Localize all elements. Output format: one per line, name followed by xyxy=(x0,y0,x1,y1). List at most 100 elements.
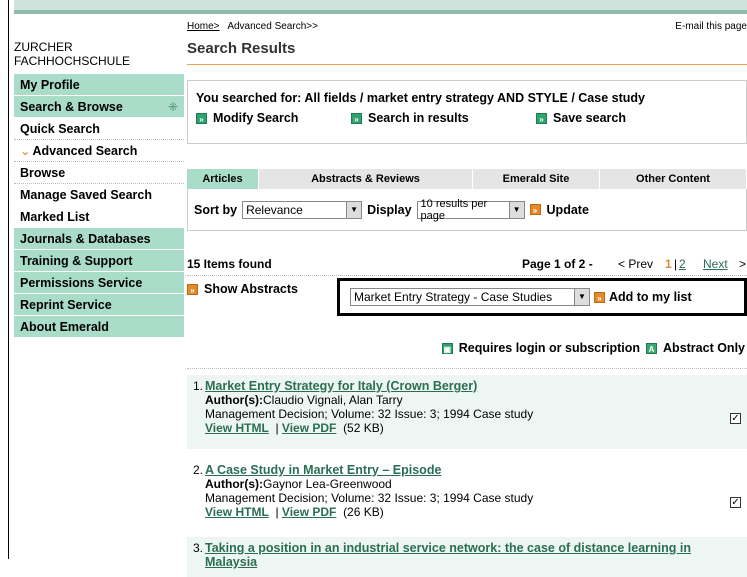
sidebar-item-training-support[interactable]: Training & Support xyxy=(14,250,184,272)
result-number: 3. xyxy=(193,541,204,555)
sidebar-item-journals-databases[interactable]: Journals & Databases xyxy=(14,228,184,250)
sidebar-item-permissions-service[interactable]: Permissions Service xyxy=(14,272,184,294)
display-select[interactable]: 10 results per page ▼ xyxy=(416,198,525,222)
show-abstracts-button[interactable]: » Show Abstracts xyxy=(187,282,298,296)
current-page: 1 xyxy=(665,257,672,271)
sidebar-item-browse[interactable]: Browse xyxy=(14,162,184,184)
institution-line1: ZURCHER xyxy=(14,40,73,54)
abstract-icon: A xyxy=(646,342,658,354)
result-title-link[interactable]: Taking a position in an industrial servi… xyxy=(205,541,741,569)
result-title-link[interactable]: A Case Study in Market Entry – Episode xyxy=(205,463,741,477)
email-page-link[interactable]: E-mail this page xyxy=(675,20,747,34)
page-separator: | xyxy=(674,257,678,271)
expand-icon: ⁜ xyxy=(167,100,178,114)
save-search-button[interactable]: » Save search xyxy=(536,111,626,125)
sidebar-item-manage-saved-search[interactable]: Manage Saved Search xyxy=(14,184,184,206)
add-to-list-label: Add to my list xyxy=(609,290,692,304)
abstract-legend-text: Abstract Only xyxy=(663,341,745,355)
tab-other-content[interactable]: Other Content xyxy=(600,169,747,189)
result-title-link[interactable]: Market Entry Strategy for Italy (Crown B… xyxy=(205,379,741,393)
display-label: Display xyxy=(367,202,412,217)
show-abstracts-label: Show Abstracts xyxy=(204,282,299,296)
institution-name: ZURCHER FACHHOCHSCHULE xyxy=(14,40,184,74)
sidebar-item-label: Permissions Service xyxy=(20,276,143,290)
page-indicator: Page 1 of 2 - xyxy=(522,257,593,271)
prev-link[interactable]: < Prev xyxy=(618,257,653,271)
next-arrow[interactable]: > xyxy=(739,257,746,271)
main-content: Home> Advanced Search>> E-mail this page… xyxy=(187,20,747,577)
result-links: View HTML | View PDF (26 KB) xyxy=(205,505,384,519)
login-legend-text: Requires login or subscription xyxy=(458,341,641,355)
items-found: 15 Items found xyxy=(187,257,272,271)
sidebar-item-label: Advanced Search xyxy=(32,144,138,158)
tab-emerald-site[interactable]: Emerald Site xyxy=(473,169,600,189)
paging-row: 15 Items found Page 1 of 2 - < Prev 1 | … xyxy=(187,257,747,275)
sidebar-item-label: Quick Search xyxy=(20,122,100,136)
modify-search-button[interactable]: » Modify Search xyxy=(196,111,351,125)
result-number: 1. xyxy=(193,379,204,393)
content-tabs: Articles Abstracts & Reviews Emerald Sit… xyxy=(187,169,747,189)
result-source: Management Decision; Volume: 32 Issue: 3… xyxy=(205,407,534,421)
sidebar-item-advanced-search[interactable]: ⌄ Advanced Search xyxy=(14,140,184,162)
sidebar-item-quick-search[interactable]: Quick Search xyxy=(14,118,184,140)
tab-abstracts-reviews[interactable]: Abstracts & Reviews xyxy=(259,169,473,189)
result-number: 2. xyxy=(193,463,204,477)
my-list-select[interactable]: Market Entry Strategy - Case Studies ▼ xyxy=(350,288,590,306)
view-pdf-link[interactable]: View PDF xyxy=(282,505,336,519)
arrow-icon: » xyxy=(536,112,547,124)
sidebar-item-label: Journals & Databases xyxy=(20,232,151,246)
save-search-label: Save search xyxy=(553,111,626,125)
arrow-icon: » xyxy=(196,112,207,124)
arrow-icon: » xyxy=(594,291,605,303)
dropdown-arrow-icon: ▼ xyxy=(508,201,524,218)
banner-stripe xyxy=(14,10,747,14)
sidebar-item-reprint-service[interactable]: Reprint Service xyxy=(14,294,184,316)
access-legend: ▣ Requires login or subscription A Abstr… xyxy=(187,336,747,360)
result-source: Management Decision; Volume: 32 Issue: 3… xyxy=(205,491,534,505)
sidebar-item-my-profile[interactable]: My Profile xyxy=(14,74,184,96)
result-authors: Gaynor Lea-Greenwood xyxy=(262,477,392,491)
search-in-results-button[interactable]: » Search in results xyxy=(351,111,536,125)
top-banner xyxy=(14,0,747,14)
lock-icon: ▣ xyxy=(441,342,453,354)
authors-label: Author(s): xyxy=(205,477,263,491)
sort-bar: Sort by Relevance ▼ Display 10 results pe… xyxy=(187,189,747,231)
file-size: (52 KB) xyxy=(343,421,384,435)
page-2-link[interactable]: 2 xyxy=(679,257,686,271)
search-summary: You searched for: All fields / market en… xyxy=(196,91,645,105)
next-link[interactable]: Next xyxy=(703,257,728,271)
my-list-select-value: Market Entry Strategy - Case Studies xyxy=(354,290,553,304)
update-button[interactable]: Update xyxy=(547,203,589,217)
search-summary-box: You searched for: All fields / market en… xyxy=(187,80,747,144)
page-title: Search Results xyxy=(187,40,747,65)
search-in-results-label: Search in results xyxy=(368,111,469,125)
abstracts-row: » Show Abstracts Market Entry Strategy - … xyxy=(187,276,747,330)
breadcrumb-home-link[interactable]: Home> xyxy=(187,21,220,32)
arrow-icon: » xyxy=(187,283,198,295)
view-html-link[interactable]: View HTML xyxy=(205,421,269,435)
sidebar-item-marked-list[interactable]: Marked List xyxy=(14,206,184,228)
sidebar-item-about-emerald[interactable]: About Emerald xyxy=(14,316,184,338)
arrow-icon: » xyxy=(351,112,362,124)
sort-label: Sort by xyxy=(194,202,238,217)
view-pdf-link[interactable]: View PDF xyxy=(282,421,336,435)
result-checkbox[interactable]: ✓ xyxy=(730,413,741,424)
sort-select-value: Relevance xyxy=(246,202,303,217)
breadcrumb: Home> Advanced Search>> E-mail this page xyxy=(187,20,747,34)
sidebar-item-search-browse[interactable]: Search & Browse ⁜ xyxy=(14,96,184,118)
sort-select[interactable]: Relevance ▼ xyxy=(242,200,363,219)
add-to-list-button[interactable]: » Add to my list xyxy=(594,290,692,304)
tab-articles[interactable]: Articles xyxy=(187,169,259,189)
result-item: 2. A Case Study in Market Entry – Episod… xyxy=(187,459,747,533)
view-html-link[interactable]: View HTML xyxy=(205,505,269,519)
institution-line2: FACHHOCHSCHULE xyxy=(14,54,131,68)
divider xyxy=(187,368,747,369)
sidebar-item-label: My Profile xyxy=(20,78,80,92)
result-links: View HTML | View PDF (52 KB) xyxy=(205,421,384,435)
sidebar-item-label: Reprint Service xyxy=(20,298,112,312)
my-list-box: Market Entry Strategy - Case Studies ▼ » A… xyxy=(337,278,747,316)
page-left-border xyxy=(8,0,9,559)
result-checkbox[interactable]: ✓ xyxy=(730,497,741,508)
sidebar-item-label: Marked List xyxy=(20,210,90,224)
chevron-down-icon: ⌄ xyxy=(20,144,31,158)
